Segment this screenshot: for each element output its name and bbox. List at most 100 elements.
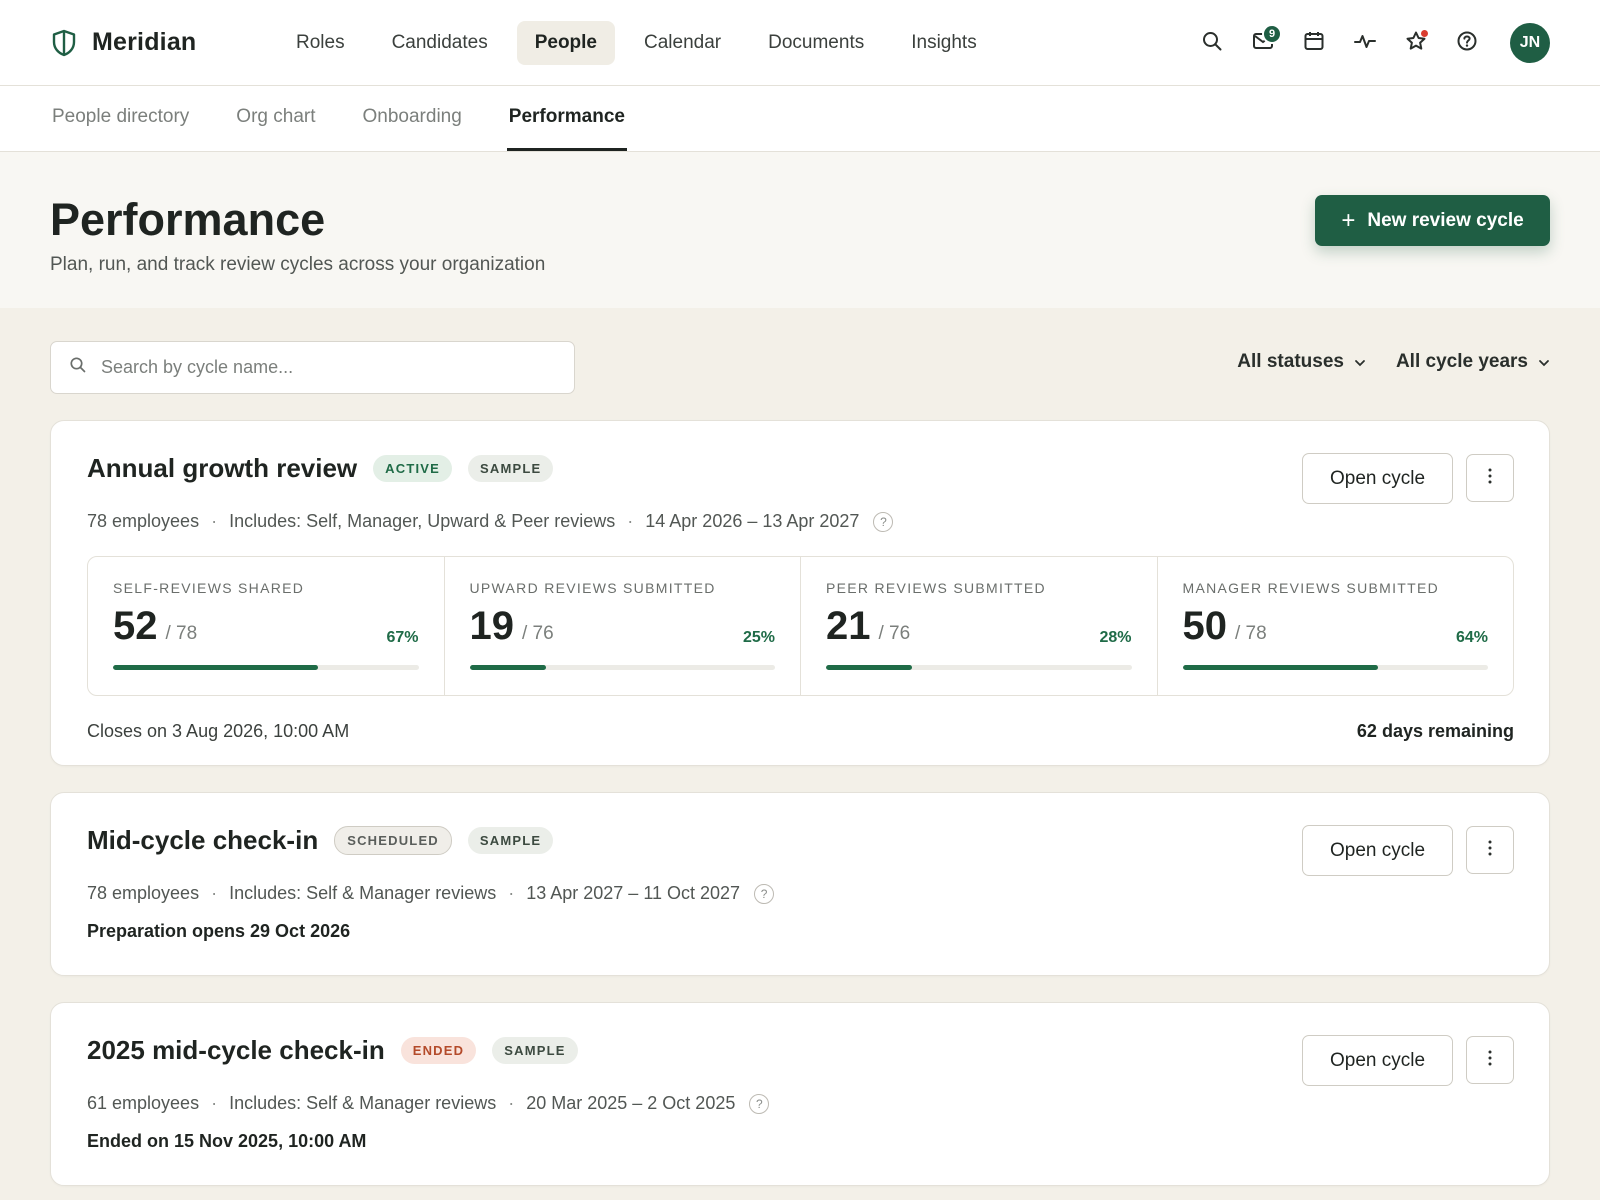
cycle-card-2025-mid-cycle-check-in: 2025 mid-cycle check-in Ended Sample Ope… (50, 1002, 1550, 1186)
stat-total: / 76 (878, 623, 911, 644)
nav-item-candidates[interactable]: Candidates (374, 21, 506, 65)
filter-dropdowns: All statuses All cycle years (1237, 351, 1550, 373)
separator-dot: · (627, 511, 634, 531)
cycle-title: Mid-cycle check-in (87, 825, 319, 855)
new-review-cycle-label: New review cycle (1367, 209, 1524, 231)
status-badge: Ended (400, 1037, 477, 1064)
favorites-button[interactable] (1390, 23, 1441, 63)
included-reviews: Includes: Self, Manager, Upward & Peer r… (229, 511, 616, 531)
cycle-title: Annual growth review (87, 453, 358, 483)
user-avatar[interactable]: JN (1510, 23, 1550, 63)
stat-self-reviews: Self-reviews shared 52 / 78 67% (88, 557, 445, 695)
nav-item-roles[interactable]: Roles (278, 21, 363, 65)
plus-icon: + (1341, 206, 1356, 234)
more-options-button[interactable] (1466, 1036, 1514, 1084)
progress-bar (469, 665, 775, 670)
employee-count: 78 employees (87, 883, 200, 903)
cycle-dates: 13 Apr 2027 – 11 Oct 2027 (526, 883, 741, 903)
separator-dot: · (211, 1093, 218, 1113)
stat-total: / 78 (165, 623, 198, 644)
separator-dot: · (211, 511, 218, 531)
chevron-down-icon (1538, 351, 1550, 373)
search-button[interactable] (1186, 23, 1237, 63)
ended-note: Ended on 15 Nov 2025, 10:00 AM (87, 1131, 367, 1151)
status-filter-dropdown[interactable]: All statuses (1237, 351, 1366, 373)
shield-logo-icon (50, 29, 78, 57)
stat-percent: 64% (1455, 629, 1488, 646)
stat-label: Peer reviews submitted (826, 580, 1046, 596)
stat-total: / 78 (1235, 623, 1267, 644)
brand[interactable]: Meridian (50, 28, 250, 57)
stat-label: Upward reviews submitted (469, 580, 716, 596)
cycle-actions: Open cycle (1302, 1035, 1514, 1086)
cycle-card-header: 2025 mid-cycle check-in Ended Sample (87, 1035, 578, 1066)
filters-bar: All statuses All cycle years (0, 308, 1600, 420)
cycle-dates: 20 Mar 2025 – 2 Oct 2025 (526, 1093, 736, 1113)
cycle-card-annual-growth-review: Annual growth review Active Sample Open … (50, 420, 1550, 766)
new-review-cycle-button[interactable]: + New review cycle (1315, 195, 1550, 246)
stat-value: 19 (469, 604, 515, 648)
page-title: Performance (50, 194, 326, 245)
progress-fill (826, 665, 912, 670)
calendar-button[interactable] (1288, 23, 1339, 63)
app-name: Meridian (92, 28, 197, 56)
inbox-count-badge: 9 (1262, 24, 1282, 44)
progress-bar (826, 665, 1132, 670)
nav-item-people[interactable]: People (516, 20, 616, 65)
top-navigation-bar: Meridian Roles Candidates People Calenda… (0, 0, 1600, 86)
stat-value: 52 (113, 604, 158, 648)
nav-item-documents[interactable]: Documents (750, 21, 882, 65)
employee-count: 78 employees (87, 511, 200, 531)
stat-label: Self-reviews shared (113, 580, 305, 596)
tab-onboarding[interactable]: Onboarding (361, 86, 464, 151)
cycle-meta: 61 employees · Includes: Self & Manager … (87, 1093, 770, 1114)
calendar-icon (1303, 30, 1325, 57)
separator-dot: · (211, 883, 218, 903)
cycle-meta: 78 employees · Includes: Self & Manager … (87, 883, 775, 904)
stat-percent: 67% (386, 629, 419, 646)
sub-navigation: People directory Org chart Onboarding Pe… (0, 86, 1600, 152)
more-vertical-icon (1488, 840, 1492, 861)
nav-item-insights[interactable]: Insights (893, 21, 994, 65)
status-badge: Scheduled (334, 826, 452, 855)
help-circle-icon (1456, 30, 1478, 57)
included-reviews: Includes: Self & Manager reviews (229, 883, 497, 903)
chevron-down-icon (1354, 351, 1366, 373)
more-options-button[interactable] (1466, 454, 1514, 502)
cycle-title: 2025 mid-cycle check-in (87, 1035, 385, 1065)
help-icon[interactable]: ? (754, 883, 775, 904)
main-nav: Roles Candidates People Calendar Documen… (278, 20, 1006, 65)
nav-item-calendar[interactable]: Calendar (626, 21, 739, 65)
help-icon[interactable]: ? (873, 511, 894, 532)
tab-performance[interactable]: Performance (506, 86, 627, 151)
preparation-note: Preparation opens 29 Oct 2026 (87, 921, 351, 941)
sample-badge: Sample (492, 1037, 578, 1064)
year-filter-label: All cycle years (1395, 351, 1528, 372)
open-cycle-button[interactable]: Open cycle (1302, 453, 1453, 504)
page-subtitle: Plan, run, and track review cycles acros… (50, 254, 546, 275)
tab-people-directory[interactable]: People directory (50, 86, 191, 151)
notification-dot (1421, 30, 1428, 37)
tab-org-chart[interactable]: Org chart (234, 86, 317, 151)
inbox-button[interactable]: 9 (1237, 23, 1288, 63)
more-vertical-icon (1488, 468, 1492, 489)
page-header: Performance Plan, run, and track review … (0, 152, 1600, 308)
search-input[interactable] (101, 357, 541, 378)
stat-percent: 25% (742, 629, 775, 646)
included-reviews: Includes: Self & Manager reviews (229, 1093, 497, 1113)
open-cycle-button[interactable]: Open cycle (1302, 1035, 1453, 1086)
help-button[interactable] (1441, 23, 1492, 63)
help-icon[interactable]: ? (749, 1093, 770, 1114)
stat-label: Manager reviews submitted (1182, 580, 1440, 596)
progress-bar (113, 665, 419, 670)
open-cycle-button[interactable]: Open cycle (1302, 825, 1453, 876)
stat-value: 50 (1182, 604, 1228, 648)
activity-button[interactable] (1339, 23, 1390, 63)
cycle-card-header: Annual growth review Active Sample (87, 453, 554, 484)
year-filter-dropdown[interactable]: All cycle years (1396, 351, 1550, 373)
cycle-actions: Open cycle (1302, 825, 1514, 876)
more-vertical-icon (1488, 1050, 1492, 1071)
more-options-button[interactable] (1466, 826, 1514, 874)
search-icon (1201, 30, 1223, 57)
cycle-card-header: Mid-cycle check-in Scheduled Sample (87, 825, 554, 856)
